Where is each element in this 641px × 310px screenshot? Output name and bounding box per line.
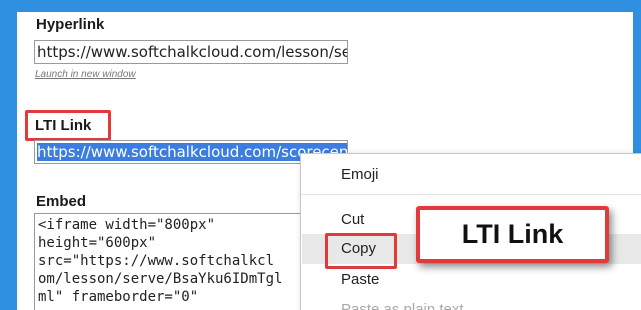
menu-item-cut[interactable]: Cut [341, 211, 364, 228]
hyperlink-url-field[interactable]: https://www.softchalkcloud.com/lesson/se [34, 40, 348, 64]
frame-border-left [0, 0, 17, 310]
menu-item-paste-plain-text: Paste as plain text [341, 301, 464, 310]
menu-item-emoji[interactable]: Emoji [341, 166, 379, 183]
lti-link-callout: LTI Link [416, 206, 609, 263]
frame-border-top [0, 0, 641, 12]
lti-link-label: LTI Link [35, 117, 92, 134]
embed-label: Embed [36, 193, 87, 210]
launch-new-window-link[interactable]: Launch in new window [35, 69, 136, 80]
menu-item-paste[interactable]: Paste [341, 271, 379, 288]
screenshot-frame: Hyperlink https://www.softchalkcloud.com… [0, 0, 641, 310]
hyperlink-label: Hyperlink [36, 16, 105, 33]
menu-divider [301, 194, 641, 195]
menu-item-copy[interactable]: Copy [341, 240, 376, 257]
embed-code-field[interactable]: <iframe width="800px" height="600px" src… [34, 213, 312, 310]
